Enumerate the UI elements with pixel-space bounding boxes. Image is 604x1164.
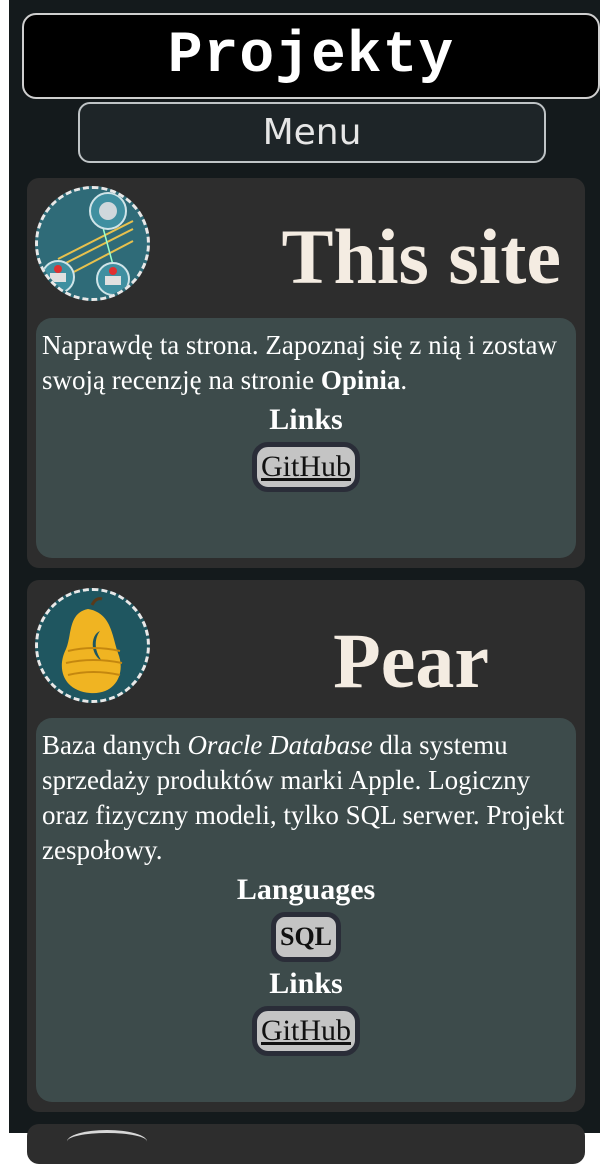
project-title: This site	[281, 213, 561, 300]
project-icon-pear	[35, 588, 150, 703]
links-heading: Links	[269, 967, 343, 1000]
github-link[interactable]: GitHub	[252, 442, 360, 492]
project-card-pear: Pear Baza danych Oracle Database dla sys…	[27, 580, 585, 1112]
project-description: Naprawdę ta strona. Zapoznaj się z nią i…	[42, 328, 570, 398]
github-link[interactable]: GitHub	[252, 1006, 360, 1056]
description-end: .	[400, 365, 408, 395]
project-icon-partial	[67, 1130, 147, 1153]
opinia-reference: Opinia	[320, 365, 401, 395]
language-badge-sql: SQL	[270, 912, 342, 962]
project-icon-network	[35, 186, 150, 301]
project-description-box: Naprawdę ta strona. Zapoznaj się z nią i…	[36, 318, 576, 558]
languages-heading: Languages	[236, 873, 376, 906]
oracle-database-term: Oracle Database	[187, 730, 373, 760]
network-diagram-icon	[38, 189, 134, 298]
project-card-this-site: This site Naprawdę ta strona. Zapoznaj s…	[27, 178, 585, 568]
project-description-box: Baza danych Oracle Database dla systemu …	[36, 718, 576, 1102]
project-title: Pear	[333, 617, 489, 704]
page-header: Projekty	[22, 13, 600, 99]
menu-button[interactable]: Menu	[78, 102, 546, 163]
description-text: Baza danych	[42, 730, 188, 760]
links-heading: Links	[269, 403, 343, 436]
project-description: Baza danych Oracle Database dla systemu …	[42, 728, 570, 868]
description-text: Naprawdę ta strona. Zapoznaj się z nią i…	[42, 330, 558, 395]
menu-button-label: Menu	[262, 112, 362, 153]
page-title: Projekty	[167, 23, 455, 89]
pear-icon	[38, 591, 130, 700]
project-card-partial	[27, 1124, 585, 1164]
